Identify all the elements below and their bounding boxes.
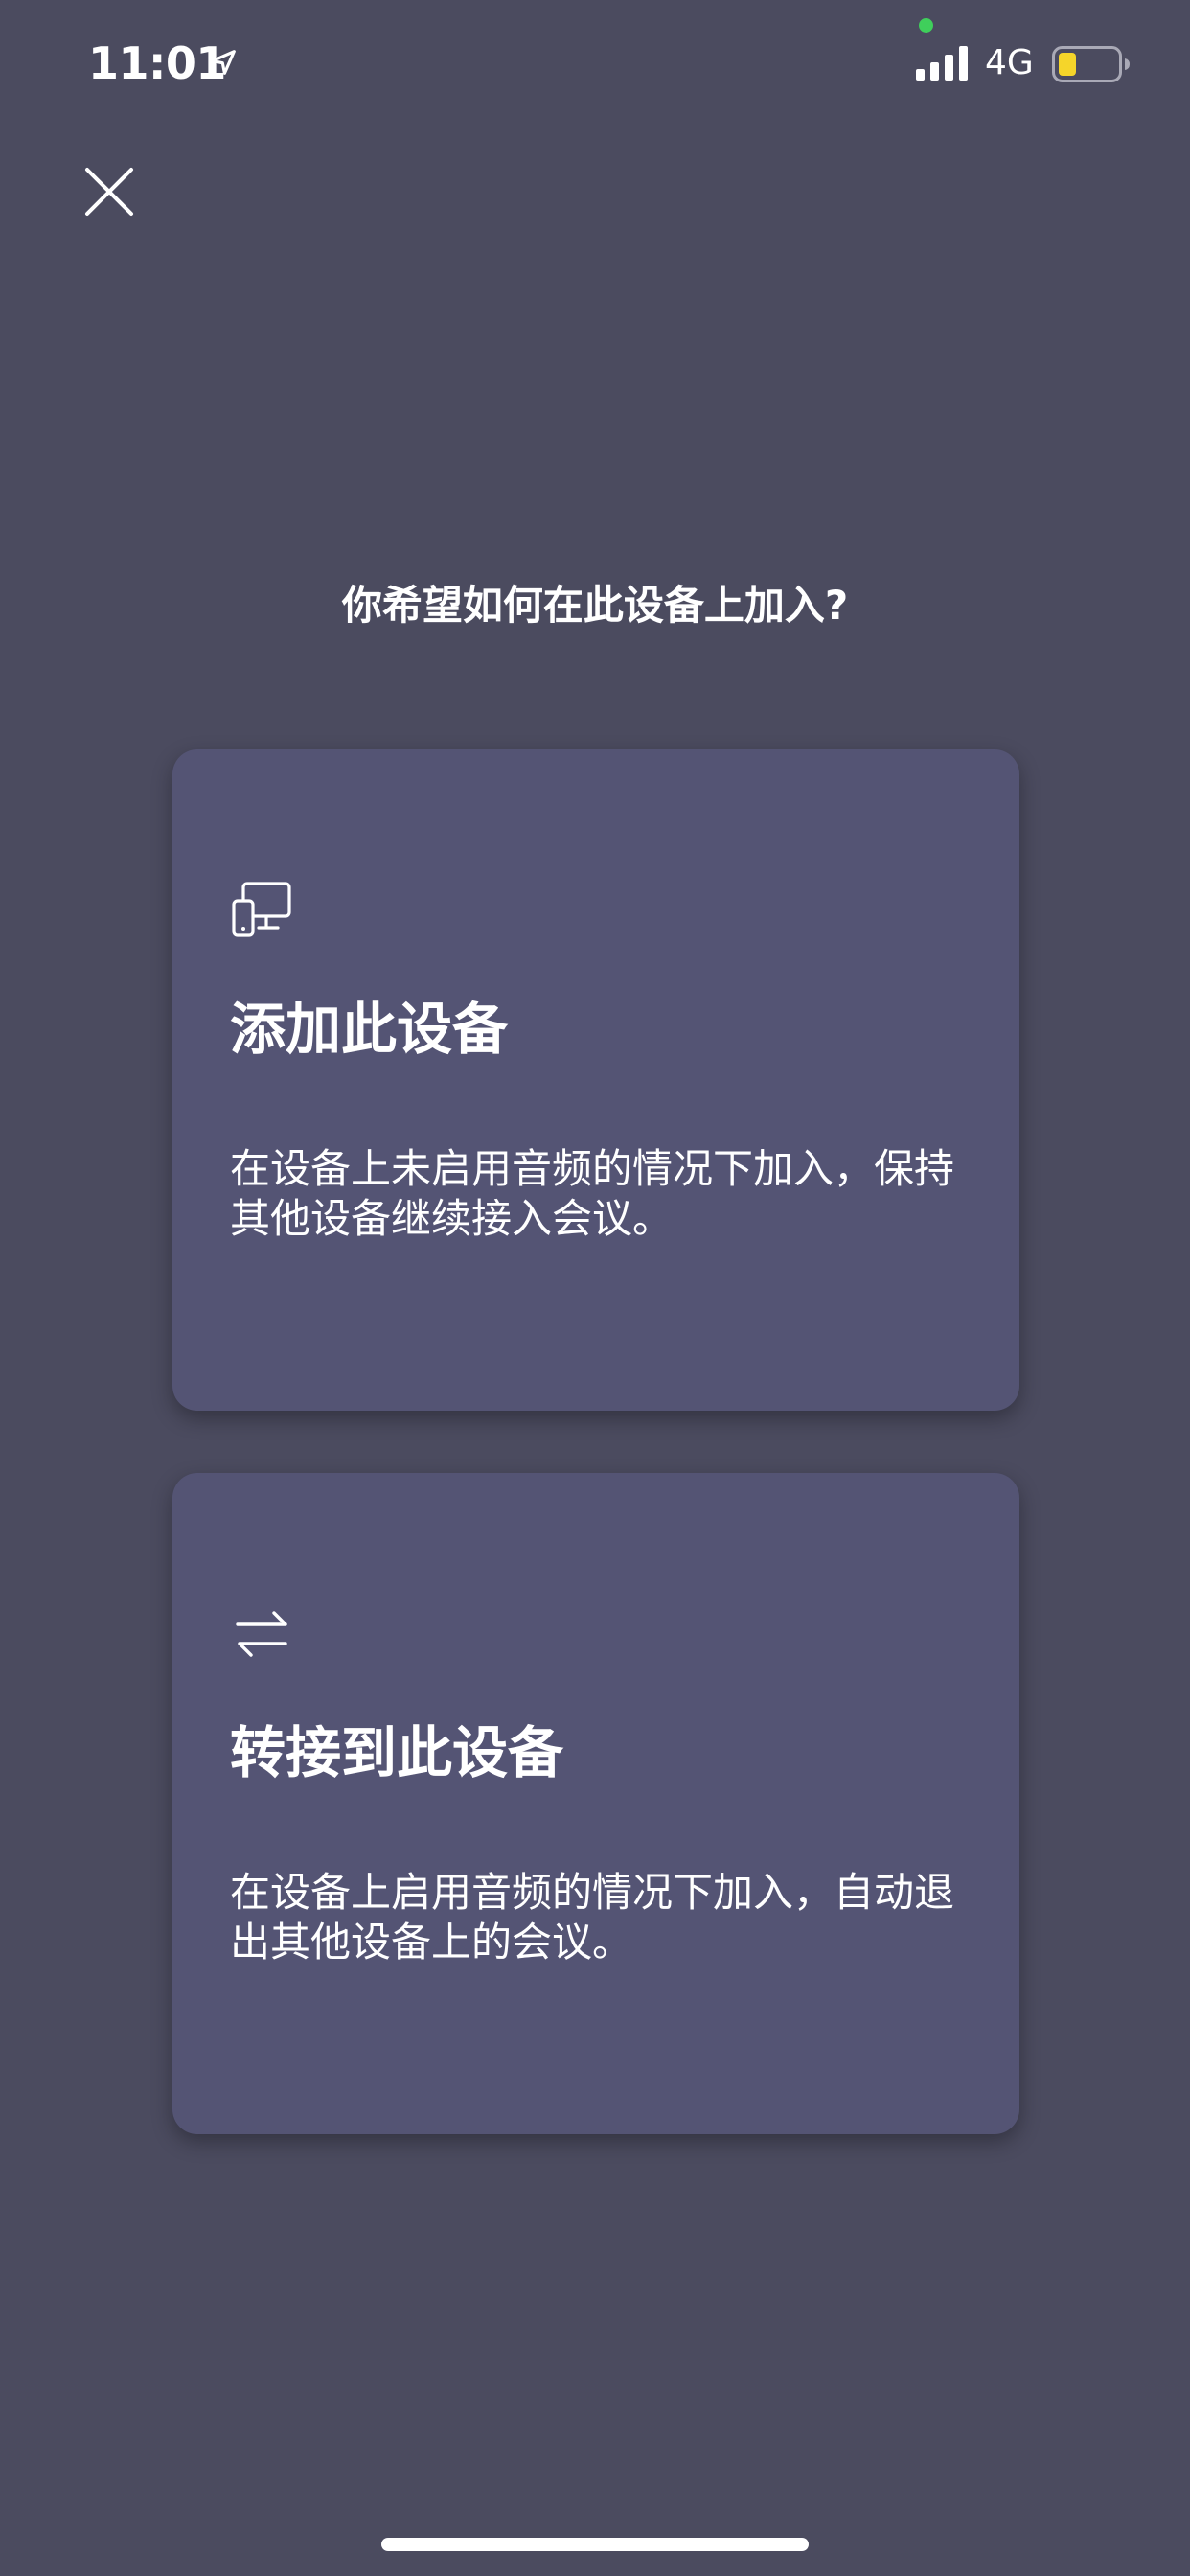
close-icon — [85, 168, 133, 216]
page-title: 你希望如何在此设备上加入? — [341, 582, 849, 629]
close-button[interactable] — [73, 155, 146, 228]
add-device-title: 添加此设备 — [230, 997, 509, 1062]
status-time: 11:01 — [88, 37, 226, 89]
battery-icon — [1052, 46, 1130, 82]
transfer-device-option-card[interactable]: 转接到此设备 在设备上启用音频的情况下加入，自动退出其他设备上的会议。 — [172, 1473, 1019, 2134]
location-arrow-icon — [211, 50, 236, 75]
transfer-arrows-icon — [236, 1611, 287, 1657]
status-bar: 11:01 4G — [0, 0, 1190, 115]
home-indicator[interactable] — [381, 2538, 809, 2551]
add-device-description: 在设备上未启用音频的情况下加入，保持其他设备继续接入会议。 — [230, 1145, 955, 1242]
privacy-indicator — [919, 18, 933, 33]
transfer-device-description: 在设备上启用音频的情况下加入，自动退出其他设备上的会议。 — [230, 1869, 955, 1966]
add-device-option-card[interactable]: 添加此设备 在设备上未启用音频的情况下加入，保持其他设备继续接入会议。 — [172, 749, 1019, 1411]
device-screen-icon — [232, 882, 291, 937]
network-type: 4G — [985, 43, 1034, 82]
signal-icon — [916, 46, 968, 80]
transfer-device-title: 转接到此设备 — [230, 1720, 564, 1785]
